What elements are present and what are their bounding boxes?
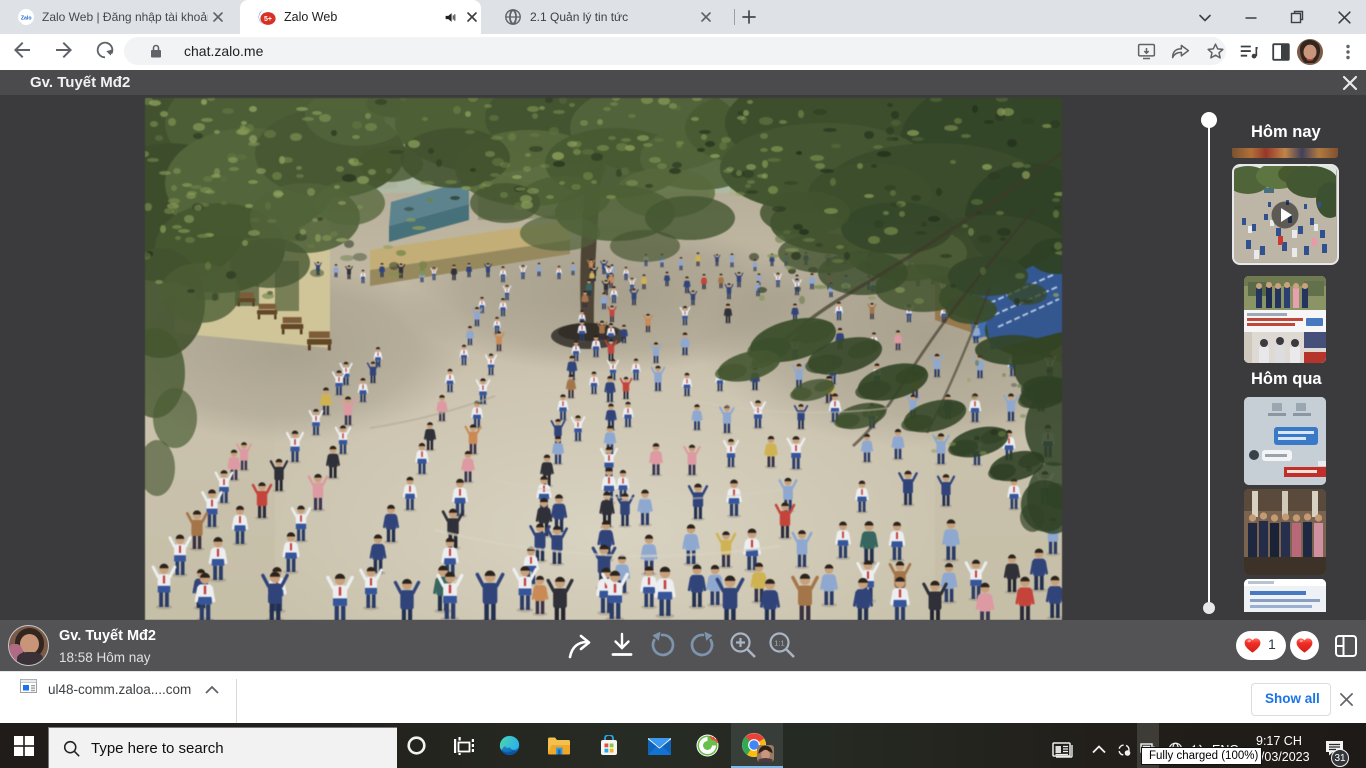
- svg-text:5+: 5+: [264, 16, 272, 23]
- svg-text:1:1: 1:1: [774, 639, 784, 648]
- svg-text:Zalo: Zalo: [21, 16, 32, 22]
